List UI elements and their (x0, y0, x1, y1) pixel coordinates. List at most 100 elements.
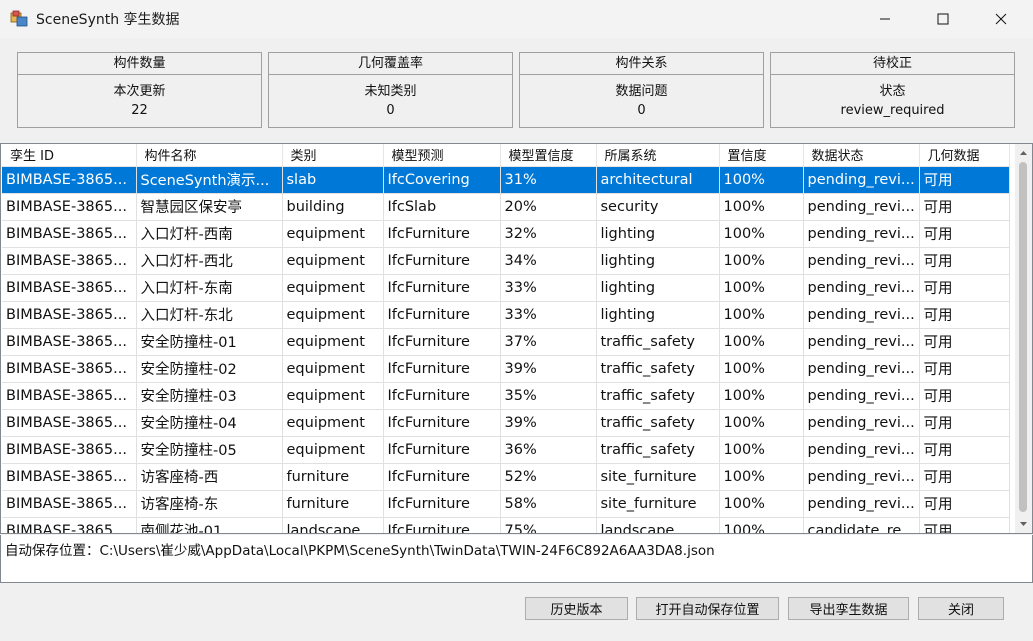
cell-category[interactable]: equipment (282, 328, 384, 356)
cell-model-confidence[interactable]: 31% (500, 166, 597, 194)
cell-twin-id[interactable]: BIMBASE-3865... (2, 436, 137, 464)
vertical-scrollbar[interactable] (1015, 144, 1032, 533)
column-header-model-prediction[interactable]: 模型预测 (383, 144, 501, 167)
cell-geometry[interactable]: 可用 (919, 328, 1010, 356)
scrollbar-thumb[interactable] (1019, 162, 1027, 512)
table-row[interactable]: BIMBASE-3865... SceneSynth演示... slab IfcCov… (2, 166, 1010, 194)
column-header-component-name[interactable]: 构件名称 (136, 144, 283, 167)
open-autosave-location-button[interactable]: 打开自动保存位置 (636, 597, 779, 620)
cell-geometry[interactable]: 可用 (919, 274, 1010, 302)
cell-model-confidence[interactable]: 33% (500, 301, 597, 329)
scroll-down-icon[interactable] (1015, 517, 1032, 531)
cell-category[interactable]: equipment (282, 247, 384, 275)
cell-model-confidence[interactable]: 36% (500, 436, 597, 464)
cell-component-name[interactable]: 入口灯杆-西北 (136, 247, 283, 275)
cell-component-name[interactable]: 安全防撞柱-03 (136, 382, 283, 410)
cell-model-prediction[interactable]: IfcFurniture (383, 301, 501, 329)
table-row[interactable]: BIMBASE-3865... 入口灯杆-东北 equipment IfcFurnit… (2, 301, 1010, 329)
cell-system[interactable]: traffic_safety (596, 382, 720, 410)
cell-confidence[interactable]: 100% (719, 436, 804, 464)
cell-model-prediction[interactable]: IfcFurniture (383, 382, 501, 410)
cell-model-confidence[interactable]: 34% (500, 247, 597, 275)
cell-twin-id[interactable]: BIMBASE-3865... (2, 301, 137, 329)
table-row[interactable]: BIMBASE-3865... 访客座椅-西 furniture IfcFurnitu… (2, 463, 1010, 491)
cell-twin-id[interactable]: BIMBASE-3865... (2, 490, 137, 518)
table-row[interactable]: BIMBASE-3865... 入口灯杆-东南 equipment IfcFurnit… (2, 274, 1010, 302)
cell-system[interactable]: lighting (596, 247, 720, 275)
cell-component-name[interactable]: 安全防撞柱-04 (136, 409, 283, 437)
column-header-twin-id[interactable]: 孪生 ID (2, 144, 137, 167)
cell-twin-id[interactable]: BIMBASE-3865... (2, 517, 137, 533)
cell-geometry[interactable]: 可用 (919, 382, 1010, 410)
cell-system[interactable]: traffic_safety (596, 328, 720, 356)
cell-component-name[interactable]: 安全防撞柱-02 (136, 355, 283, 383)
cell-model-prediction[interactable]: IfcCovering (383, 166, 501, 194)
cell-component-name[interactable]: 访客座椅-东 (136, 490, 283, 518)
cell-twin-id[interactable]: BIMBASE-3865... (2, 220, 137, 248)
cell-component-name[interactable]: 入口灯杆-东北 (136, 301, 283, 329)
cell-system[interactable]: traffic_safety (596, 355, 720, 383)
cell-model-confidence[interactable]: 32% (500, 220, 597, 248)
cell-data-status[interactable]: pending_revi... (803, 220, 920, 248)
cell-model-prediction[interactable]: IfcFurniture (383, 274, 501, 302)
cell-confidence[interactable]: 100% (719, 247, 804, 275)
cell-category[interactable]: equipment (282, 382, 384, 410)
cell-confidence[interactable]: 100% (719, 193, 804, 221)
cell-data-status[interactable]: candidate_re... (803, 517, 920, 533)
column-header-geometry[interactable]: 几何数据 (919, 144, 1010, 167)
cell-geometry[interactable]: 可用 (919, 517, 1010, 533)
cell-system[interactable]: site_furniture (596, 490, 720, 518)
cell-model-confidence[interactable]: 20% (500, 193, 597, 221)
cell-twin-id[interactable]: BIMBASE-3865... (2, 463, 137, 491)
history-version-button[interactable]: 历史版本 (525, 597, 628, 620)
twin-data-grid[interactable]: 孪生 ID 构件名称 类别 模型预测 模型置信度 所属系统 置信度 数据状态 几… (0, 143, 1033, 534)
cell-system[interactable]: lighting (596, 220, 720, 248)
cell-data-status[interactable]: pending_revi... (803, 355, 920, 383)
cell-data-status[interactable]: pending_revi... (803, 274, 920, 302)
cell-geometry[interactable]: 可用 (919, 193, 1010, 221)
cell-twin-id[interactable]: BIMBASE-3865... (2, 328, 137, 356)
table-row[interactable]: BIMBASE-3865... 安全防撞柱-04 equipment IfcFurni… (2, 409, 1010, 437)
table-row[interactable]: BIMBASE-3865... 南侧花池-01 landscape IfcFurnit… (2, 517, 1010, 533)
cell-geometry[interactable]: 可用 (919, 301, 1010, 329)
cell-component-name[interactable]: SceneSynth演示... (136, 166, 283, 194)
cell-model-prediction[interactable]: IfcFurniture (383, 328, 501, 356)
cell-model-prediction[interactable]: IfcFurniture (383, 517, 501, 533)
cell-model-prediction[interactable]: IfcFurniture (383, 490, 501, 518)
cell-component-name[interactable]: 入口灯杆-西南 (136, 220, 283, 248)
column-header-confidence[interactable]: 置信度 (719, 144, 804, 167)
cell-category[interactable]: slab (282, 166, 384, 194)
table-row[interactable]: BIMBASE-3865... 安全防撞柱-03 equipment IfcFurni… (2, 382, 1010, 410)
cell-confidence[interactable]: 100% (719, 301, 804, 329)
cell-category[interactable]: equipment (282, 436, 384, 464)
cell-model-confidence[interactable]: 58% (500, 490, 597, 518)
cell-confidence[interactable]: 100% (719, 328, 804, 356)
cell-category[interactable]: building (282, 193, 384, 221)
cell-twin-id[interactable]: BIMBASE-3865... (2, 274, 137, 302)
table-row[interactable]: BIMBASE-3865... 入口灯杆-西南 equipment IfcFurnit… (2, 220, 1010, 248)
scroll-up-icon[interactable] (1015, 146, 1032, 160)
cell-twin-id[interactable]: BIMBASE-3865... (2, 409, 137, 437)
cell-confidence[interactable]: 100% (719, 166, 804, 194)
cell-data-status[interactable]: pending_revi... (803, 193, 920, 221)
cell-model-prediction[interactable]: IfcFurniture (383, 247, 501, 275)
cell-data-status[interactable]: pending_revi... (803, 382, 920, 410)
column-header-system[interactable]: 所属系统 (596, 144, 720, 167)
cell-confidence[interactable]: 100% (719, 382, 804, 410)
cell-geometry[interactable]: 可用 (919, 490, 1010, 518)
cell-component-name[interactable]: 安全防撞柱-05 (136, 436, 283, 464)
column-header-data-status[interactable]: 数据状态 (803, 144, 920, 167)
cell-category[interactable]: furniture (282, 490, 384, 518)
cell-component-name[interactable]: 入口灯杆-东南 (136, 274, 283, 302)
close-button[interactable]: 关闭 (918, 597, 1004, 620)
cell-category[interactable]: equipment (282, 409, 384, 437)
cell-category[interactable]: landscape (282, 517, 384, 533)
cell-model-prediction[interactable]: IfcSlab (383, 193, 501, 221)
cell-geometry[interactable]: 可用 (919, 436, 1010, 464)
table-row[interactable]: BIMBASE-3865... 访客座椅-东 furniture IfcFurnitu… (2, 490, 1010, 518)
cell-system[interactable]: landscape (596, 517, 720, 533)
cell-component-name[interactable]: 南侧花池-01 (136, 517, 283, 533)
table-row[interactable]: BIMBASE-3865... 安全防撞柱-02 equipment IfcFurni… (2, 355, 1010, 383)
cell-twin-id[interactable]: BIMBASE-3865... (2, 382, 137, 410)
cell-data-status[interactable]: pending_revi... (803, 166, 920, 194)
